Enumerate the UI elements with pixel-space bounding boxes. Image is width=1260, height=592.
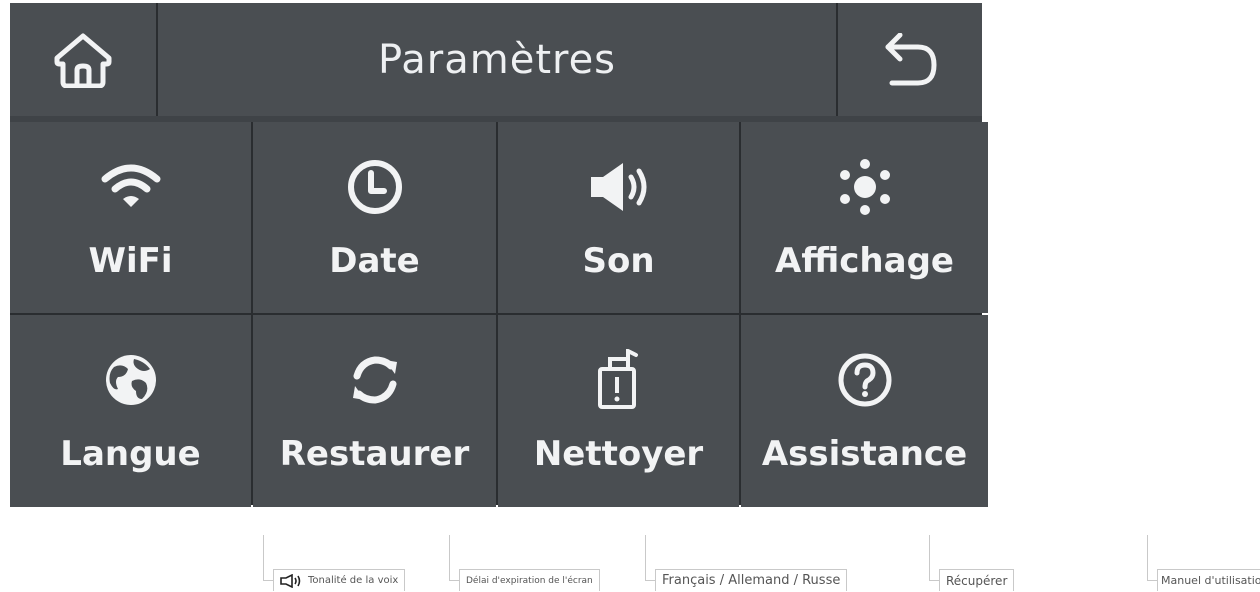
callout-box: Récupérer — [939, 569, 1015, 591]
tile-label: WiFi — [88, 240, 173, 281]
tile-label: Son — [582, 240, 655, 281]
brightness-icon — [833, 155, 897, 219]
tile-clean[interactable]: Nettoyer — [498, 315, 739, 507]
clock-icon — [343, 155, 407, 219]
tile-date[interactable]: Date — [253, 122, 496, 313]
page-title: Paramètres — [377, 36, 617, 83]
tile-language[interactable]: Langue — [10, 315, 251, 507]
tile-restore[interactable]: Restaurer — [253, 315, 496, 507]
tile-wifi[interactable]: WiFi — [10, 122, 251, 313]
tile-label: Assistance — [761, 434, 968, 474]
tile-label: Date — [329, 240, 420, 281]
settings-screen: Paramètres WiFi Date Son Affichage Langu… — [10, 3, 988, 507]
wifi-icon — [99, 155, 163, 219]
tile-sound[interactable]: Son — [498, 122, 739, 313]
tile-label: Affichage — [775, 240, 954, 281]
callout-text: Récupérer — [946, 573, 1008, 588]
callout-box: Tonalité de la voix — [273, 569, 406, 591]
back-button[interactable] — [838, 3, 982, 116]
callout-row: Tonalité de la voix Délai d'expiration d… — [0, 535, 1260, 592]
restore-icon — [343, 348, 407, 412]
back-arrow-icon — [885, 32, 937, 85]
globe-icon — [99, 348, 163, 412]
settings-grid: WiFi Date Son Affichage Langue Restaurer… — [10, 122, 988, 507]
speaker-outline-icon — [280, 573, 301, 588]
tile-label: Nettoyer — [533, 434, 704, 474]
help-icon — [833, 348, 897, 412]
tile-label: Restaurer — [279, 434, 470, 474]
tile-help[interactable]: Assistance — [741, 315, 988, 507]
callout-text: Manuel d'utilisation — [1161, 574, 1260, 587]
tile-label: Langue — [60, 434, 201, 474]
title-bar: Paramètres — [158, 3, 838, 116]
home-icon — [54, 33, 112, 88]
callout-box: Français / Allemand / Russe — [655, 569, 848, 591]
callout-box: Délai d'expiration de l'écran — [459, 569, 600, 591]
callout-text: Tonalité de la voix — [308, 575, 399, 586]
tile-display[interactable]: Affichage — [741, 122, 988, 313]
callout-box: Manuel d'utilisation — [1157, 569, 1260, 591]
clean-icon — [587, 348, 651, 412]
callout-text: Délai d'expiration de l'écran — [466, 575, 593, 586]
callout-text: Français / Allemand / Russe — [662, 573, 841, 588]
home-button[interactable] — [10, 3, 158, 116]
speaker-icon — [587, 155, 651, 219]
top-bar: Paramètres — [10, 3, 982, 116]
